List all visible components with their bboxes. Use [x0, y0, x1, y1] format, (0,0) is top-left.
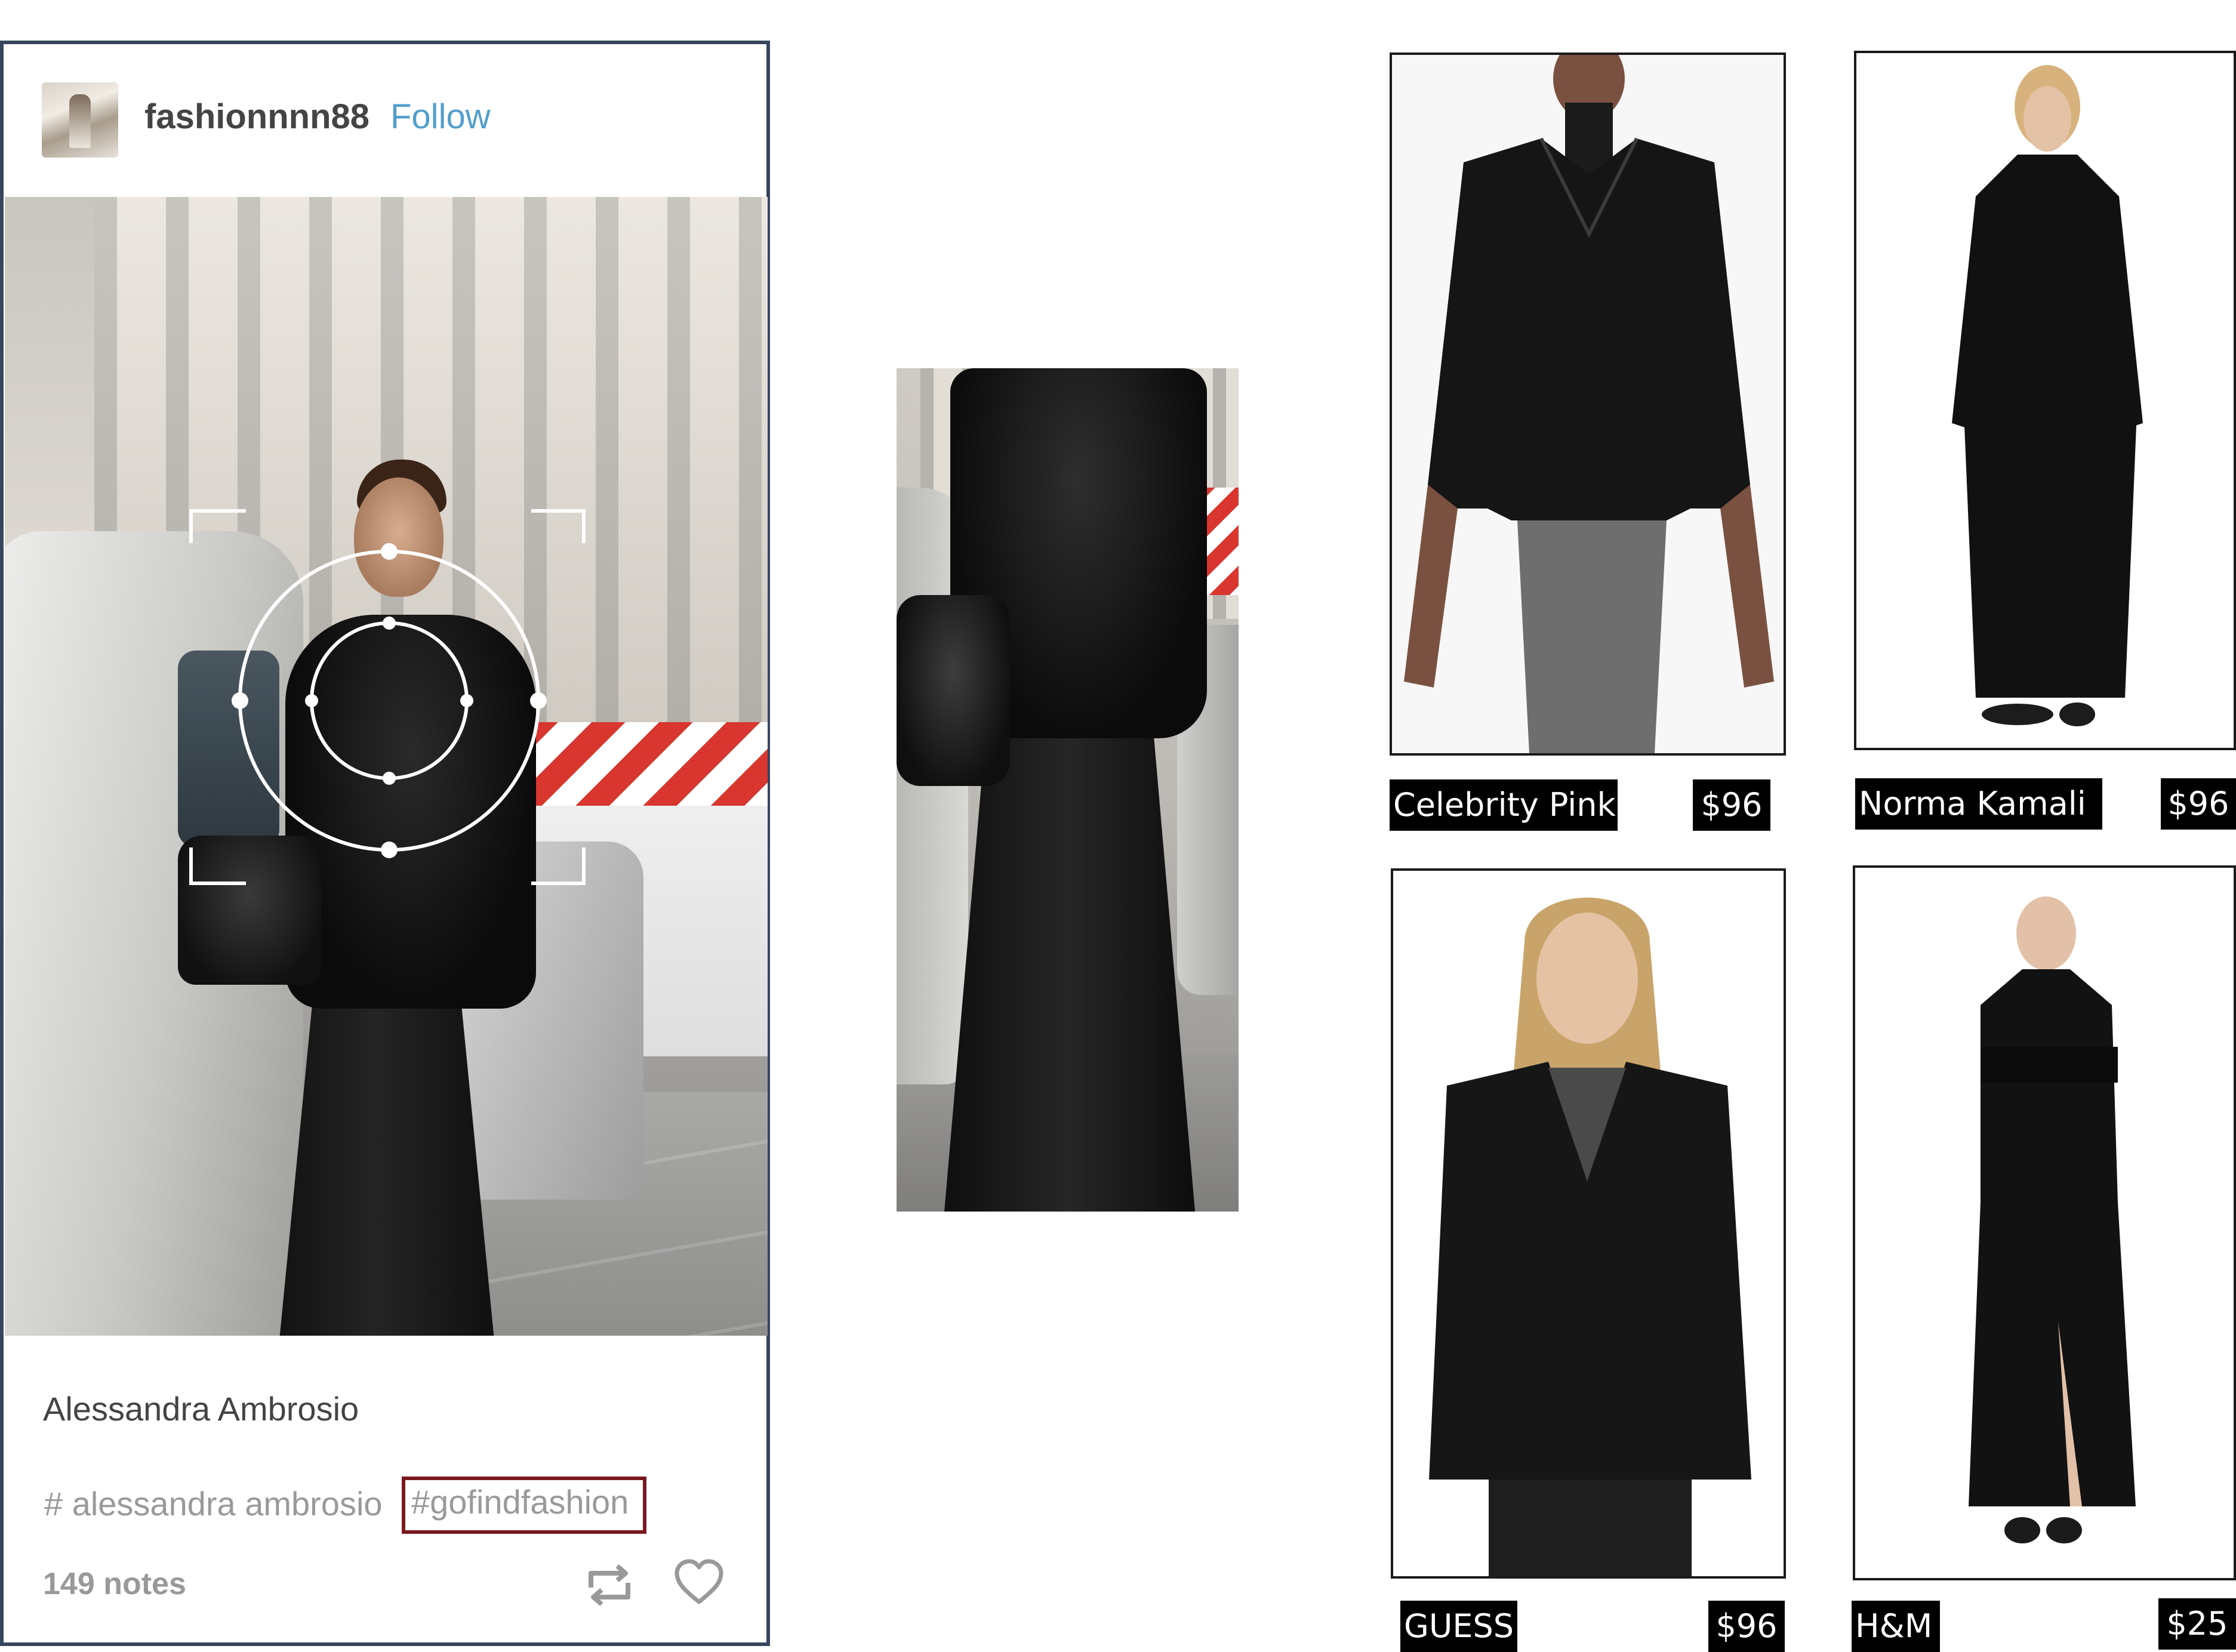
scan-target-overlay[interactable]	[5, 197, 768, 1336]
product-price-2: $96	[2161, 778, 2236, 830]
corner-top-right-icon	[531, 509, 586, 543]
crop-bag	[897, 595, 1010, 786]
product-dress-image-4	[1855, 868, 2234, 1578]
notes-count[interactable]: 149 notes	[43, 1566, 186, 1602]
follow-button[interactable]: Follow	[390, 97, 491, 137]
post-caption: Alessandra Ambrosio	[43, 1390, 359, 1428]
username[interactable]: fashionnnn88	[144, 97, 369, 137]
reblog-icon[interactable]	[584, 1561, 635, 1609]
product-jacket-image-3	[1393, 871, 1784, 1576]
product-brand-1[interactable]: Celebrity Pink	[1390, 779, 1618, 831]
avatar[interactable]	[42, 82, 118, 158]
outer-ring-icon	[238, 550, 540, 852]
product-price-1: $96	[1693, 779, 1770, 831]
product-price-4: $25	[2158, 1598, 2236, 1650]
product-image-3[interactable]	[1391, 868, 1786, 1579]
corner-bottom-left-icon	[189, 847, 246, 885]
product-dress-image-2	[1856, 53, 2234, 748]
product-image-1[interactable]	[1390, 53, 1786, 756]
tag-gofindfashion[interactable]: #gofindfashion	[402, 1477, 646, 1534]
tag-alessandra-ambrosio[interactable]: # alessandra ambrosio	[44, 1484, 383, 1523]
product-image-2[interactable]	[1854, 51, 2236, 750]
product-image-4[interactable]	[1853, 865, 2236, 1580]
heart-icon[interactable]	[673, 1559, 725, 1607]
product-jacket-image-1	[1392, 55, 1784, 753]
corner-bottom-right-icon	[531, 847, 586, 885]
corner-top-left-icon	[189, 509, 246, 543]
cropped-outfit-image	[897, 368, 1239, 1212]
inner-ring-icon	[310, 621, 469, 780]
product-brand-4[interactable]: H&M	[1852, 1601, 1940, 1652]
product-brand-2[interactable]: Norma Kamali	[1855, 778, 2102, 830]
product-brand-3[interactable]: GUESS	[1400, 1601, 1517, 1652]
product-price-3: $96	[1708, 1601, 1785, 1652]
